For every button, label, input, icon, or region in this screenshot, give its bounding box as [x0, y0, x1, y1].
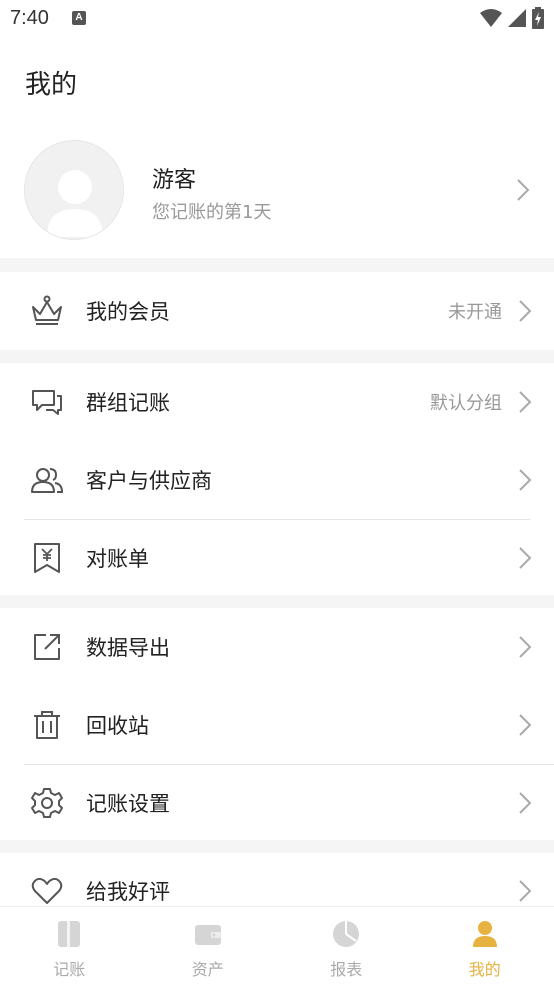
tab-reports[interactable]: 报表 [277, 907, 416, 984]
menu-label: 对账单 [86, 546, 149, 571]
person-icon [472, 921, 497, 947]
wallet-icon [194, 925, 221, 945]
crown-icon [32, 295, 62, 325]
tab-label: 资产 [191, 960, 224, 979]
profile-card[interactable]: 游客 您记账的第1天 [0, 122, 554, 258]
menu-item-membership[interactable]: 我的会员 未开通 [0, 272, 554, 350]
chevron-right-icon [519, 469, 532, 491]
status-time: 7:40 [10, 7, 49, 29]
menu-item-customers[interactable]: 客户与供应商 [0, 441, 554, 519]
menu-item-settings[interactable]: 记账设置 [0, 765, 554, 840]
signal-icon [508, 9, 526, 27]
pie-chart-icon [333, 921, 360, 947]
chevron-right-icon [519, 546, 532, 569]
menu-item-export[interactable]: 数据导出 [0, 608, 554, 686]
tab-mine[interactable]: 我的 [416, 907, 554, 984]
avatar[interactable] [24, 140, 124, 240]
default-avatar-icon [47, 170, 103, 237]
battery-icon [532, 7, 544, 29]
menu-value: 默认分组 [430, 393, 502, 414]
menu-item-review[interactable]: 给我好评 [0, 853, 554, 906]
tab-bookkeeping[interactable]: 记账 [0, 907, 139, 984]
status-icons [480, 6, 544, 30]
menu-item-statement[interactable]: 对账单 [0, 520, 554, 595]
menu-label: 我的会员 [86, 300, 170, 324]
book-icon [58, 921, 81, 947]
status-bar: 7:40 A [0, 0, 554, 40]
chevron-right-icon [519, 714, 532, 736]
profile-name: 游客 [152, 168, 197, 193]
menu-item-recycle[interactable]: 回收站 [0, 686, 554, 764]
menu-label: 客户与供应商 [86, 469, 212, 493]
menu-label: 数据导出 [86, 636, 170, 660]
tab-assets[interactable]: 资产 [139, 907, 278, 984]
menu-value: 未开通 [448, 302, 502, 323]
menu-item-group[interactable]: 群组记账 默认分组 [0, 363, 554, 441]
menu-label: 群组记账 [86, 391, 170, 415]
gear-icon [31, 787, 63, 818]
menu-label: 给我好评 [86, 880, 170, 904]
wifi-icon [480, 9, 502, 27]
trash-icon [34, 711, 60, 739]
app-notification-icon: A [72, 11, 86, 25]
chevron-right-icon [519, 791, 532, 814]
page-title: 我的 [25, 70, 78, 100]
tools-section: 数据导出 回收站 记账设置 [0, 608, 554, 840]
page-header: 我的 [0, 40, 554, 122]
chevron-right-icon [519, 636, 532, 658]
feedback-section: 给我好评 [0, 853, 554, 906]
chat-bubbles-icon [32, 390, 62, 415]
heart-icon [31, 877, 63, 904]
menu-label: 记账设置 [86, 791, 170, 816]
accounting-section: 群组记账 默认分组 客户与供应商 对账单 [0, 363, 554, 595]
chevron-right-icon [519, 391, 532, 413]
chevron-right-icon [519, 300, 532, 322]
tab-label: 记账 [53, 960, 86, 979]
menu-label: 回收站 [86, 714, 149, 738]
profile-subtitle: 您记账的第1天 [152, 202, 272, 223]
yen-receipt-icon [34, 542, 60, 573]
bottom-tab-bar: 记账 资产 报表 我的 [0, 906, 554, 984]
tab-label: 我的 [468, 960, 501, 979]
chevron-right-icon [519, 880, 532, 902]
chevron-right-icon [517, 179, 530, 201]
people-icon [31, 468, 64, 493]
export-icon [34, 634, 60, 660]
membership-section: 我的会员 未开通 [0, 272, 554, 350]
tab-label: 报表 [330, 960, 363, 979]
